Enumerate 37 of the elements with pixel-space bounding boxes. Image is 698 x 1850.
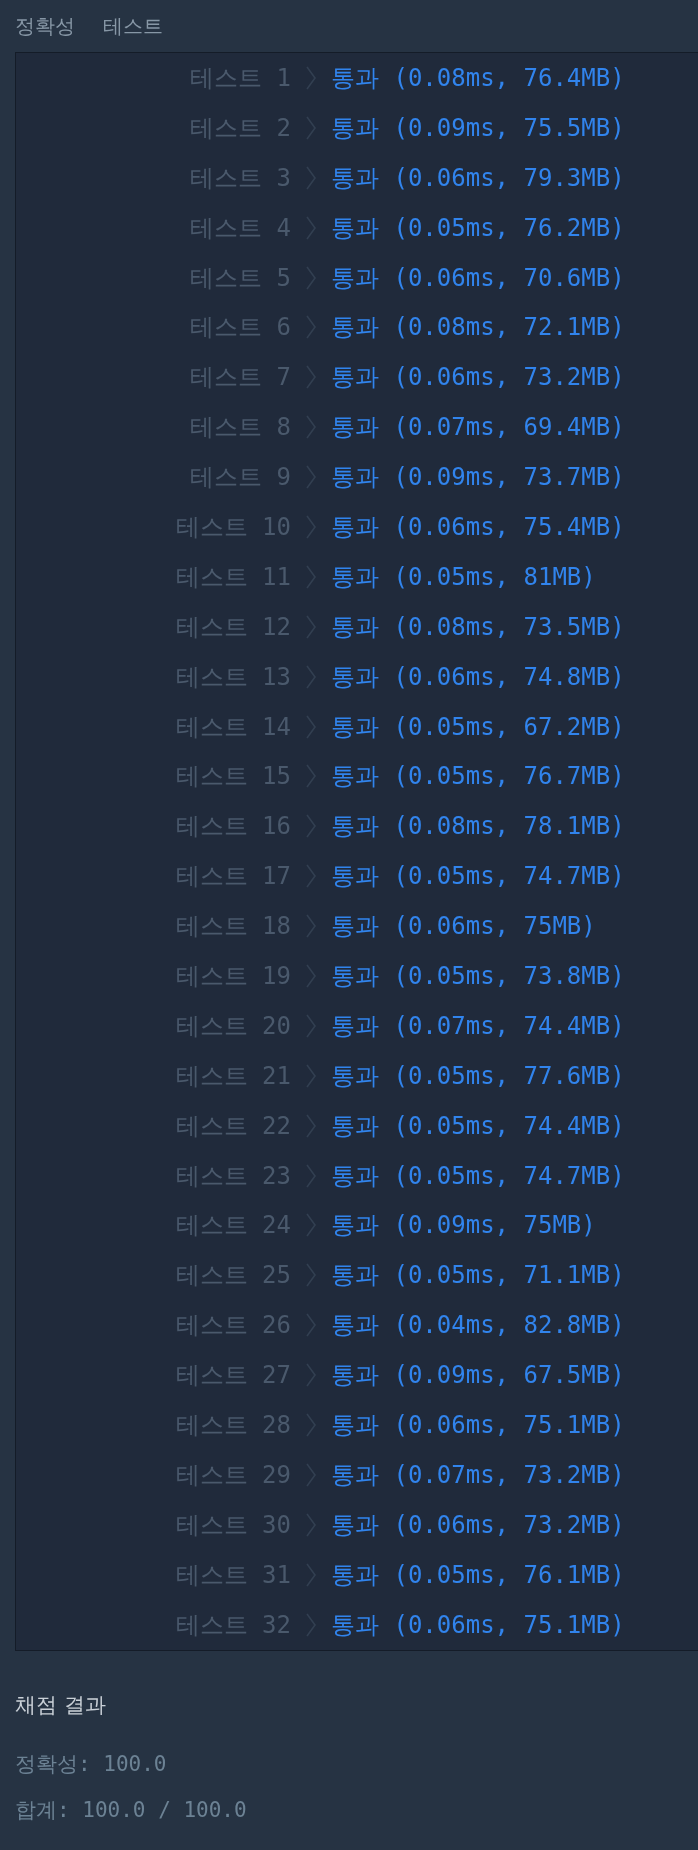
test-result: 통과 (0.05ms, 73.8MB): [331, 960, 626, 992]
section-title: 정확성: [15, 12, 75, 40]
test-result: 통과 (0.06ms, 75.4MB): [331, 511, 626, 543]
test-result: 통과 (0.05ms, 67.2MB): [331, 711, 626, 743]
test-result: 통과 (0.05ms, 76.1MB): [331, 1559, 626, 1591]
test-result: 통과 (0.06ms, 79.3MB): [331, 162, 626, 194]
summary-line: 정확성: 100.0: [15, 1750, 168, 1778]
summary-title: 채점 결과: [15, 1691, 107, 1719]
test-result: 통과 (0.06ms, 75.1MB): [331, 1609, 626, 1641]
test-result: 통과 (0.09ms, 75.5MB): [331, 112, 626, 144]
test-result: 통과 (0.04ms, 82.8MB): [331, 1310, 626, 1342]
section-subtitle: 테스트: [103, 12, 163, 40]
test-result: 통과 (0.08ms, 72.1MB): [331, 312, 626, 344]
test-result: 통과 (0.05ms, 74.7MB): [331, 1160, 626, 1192]
test-result: 통과 (0.08ms, 78.1MB): [331, 811, 626, 843]
test-result: 통과 (0.09ms, 67.5MB): [331, 1360, 626, 1392]
test-result: 통과 (0.05ms, 81MB): [331, 561, 597, 593]
test-result: 통과 (0.06ms, 74.8MB): [331, 661, 626, 693]
test-result: 통과 (0.07ms, 73.2MB): [331, 1459, 626, 1491]
test-result: 통과 (0.09ms, 75MB): [331, 1210, 597, 1242]
summary-line: 합계: 100.0 / 100.0: [15, 1796, 248, 1824]
test-result: 통과 (0.08ms, 76.4MB): [331, 62, 626, 94]
test-result: 통과 (0.05ms, 76.2MB): [331, 212, 626, 244]
test-result: 통과 (0.07ms, 69.4MB): [331, 412, 626, 444]
test-result: 통과 (0.05ms, 71.1MB): [331, 1260, 626, 1292]
test-result: 통과 (0.09ms, 73.7MB): [331, 462, 626, 494]
test-result: 통과 (0.05ms, 77.6MB): [331, 1060, 626, 1092]
test-result: 통과 (0.06ms, 73.2MB): [331, 362, 626, 394]
test-result: 통과 (0.06ms, 75.1MB): [331, 1410, 626, 1441]
test-result: 통과 (0.08ms, 73.5MB): [331, 611, 626, 643]
test-result: 통과 (0.05ms, 74.7MB): [331, 861, 626, 893]
test-result: 통과 (0.06ms, 75MB): [331, 911, 597, 943]
test-result: 통과 (0.05ms, 74.4MB): [331, 1110, 626, 1142]
test-result: 통과 (0.06ms, 73.2MB): [331, 1509, 626, 1541]
test-result: 통과 (0.06ms, 70.6MB): [331, 262, 626, 294]
test-result: 통과 (0.05ms, 76.7MB): [331, 761, 626, 793]
test-result: 통과 (0.07ms, 74.4MB): [331, 1010, 626, 1042]
